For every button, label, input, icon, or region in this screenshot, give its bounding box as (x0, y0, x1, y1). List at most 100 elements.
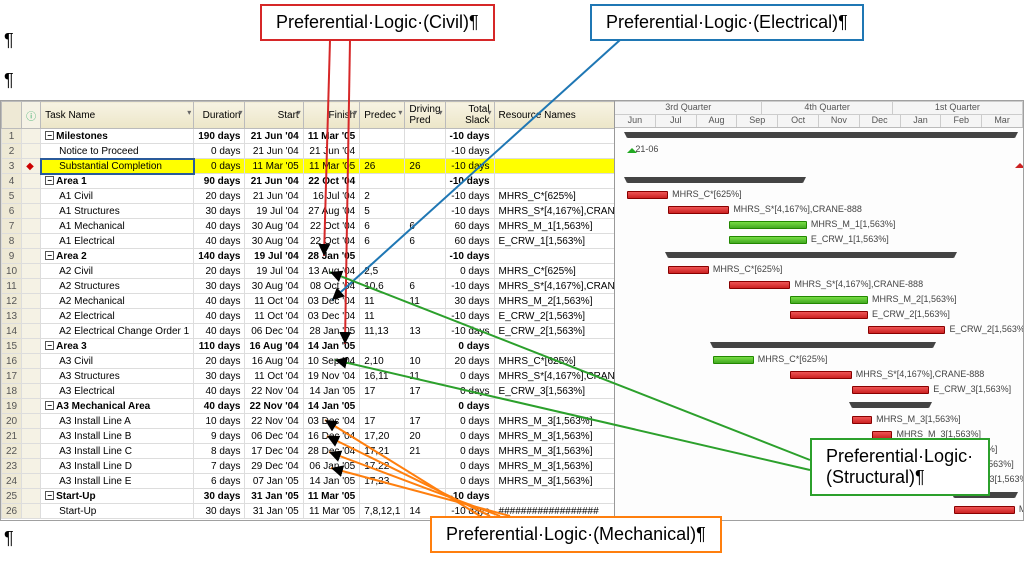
slack-cell[interactable]: 30 days (445, 294, 494, 309)
driving-pred-cell[interactable] (405, 459, 445, 474)
driving-pred-cell[interactable]: 26 (405, 159, 445, 174)
pred-cell[interactable]: 5 (360, 204, 405, 219)
table-row[interactable]: 23A3 Install Line D7 days29 Dec '0406 Ja… (2, 459, 616, 474)
gantt-row[interactable]: MHRS_M_3[1,563%] (615, 413, 1023, 428)
task-name-cell[interactable]: A3 Civil (41, 354, 194, 369)
summary-bar[interactable] (713, 342, 933, 348)
resource-cell[interactable]: E_CRW_2[1,563%] (494, 324, 615, 339)
resource-cell[interactable] (494, 489, 615, 504)
resource-cell[interactable]: MHRS_C*[625%] (494, 189, 615, 204)
resource-cell[interactable]: E_CRW_2[1,563%] (494, 309, 615, 324)
driving-pred-cell[interactable]: 6 (405, 219, 445, 234)
gantt-row[interactable]: MHRS_C*[625%] (615, 353, 1023, 368)
indicator-cell[interactable] (22, 249, 41, 264)
duration-cell[interactable]: 20 days (194, 189, 245, 204)
finish-cell[interactable]: 10 Sep '04 (303, 354, 360, 369)
table-row[interactable]: 4−Area 190 days21 Jun '0422 Oct '04-10 d… (2, 174, 616, 189)
table-row[interactable]: 13A2 Electrical40 days11 Oct '0403 Dec '… (2, 309, 616, 324)
indicator-cell[interactable] (22, 429, 41, 444)
gantt-row[interactable] (615, 128, 1023, 143)
slack-cell[interactable]: -10 days (445, 489, 494, 504)
task-name-cell[interactable]: A1 Electrical (41, 234, 194, 249)
task-name-cell[interactable]: −Area 2 (41, 249, 194, 264)
driving-pred-cell[interactable]: 21 (405, 444, 445, 459)
finish-cell[interactable]: 14 Jan '05 (303, 384, 360, 399)
task-name-cell[interactable]: A3 Install Line E (41, 474, 194, 489)
duration-cell[interactable]: 40 days (194, 324, 245, 339)
gantt-row[interactable]: E_CRW_3[1,563%] (615, 383, 1023, 398)
task-bar[interactable] (954, 506, 1015, 514)
start-cell[interactable]: 19 Jul '04 (245, 204, 303, 219)
col-finish[interactable]: Finish▾ (303, 102, 360, 129)
row-number[interactable]: 8 (2, 234, 22, 249)
finish-cell[interactable]: 22 Oct '04 (303, 174, 360, 189)
collapse-icon[interactable]: − (45, 491, 54, 500)
collapse-icon[interactable]: − (45, 341, 54, 350)
row-number[interactable]: 17 (2, 369, 22, 384)
pred-cell[interactable]: 17 (360, 414, 405, 429)
indicator-cell[interactable] (22, 489, 41, 504)
table-row[interactable]: 15−Area 3110 days16 Aug '0414 Jan '050 d… (2, 339, 616, 354)
task-bar[interactable] (852, 386, 930, 394)
task-bar[interactable] (790, 371, 851, 379)
summary-bar[interactable] (668, 252, 954, 258)
resource-cell[interactable] (494, 174, 615, 189)
duration-cell[interactable]: 40 days (194, 219, 245, 234)
gantt-row[interactable]: E_CRW_2[1,563%] (615, 323, 1023, 338)
task-bar[interactable] (790, 296, 868, 304)
table-row[interactable]: 12A2 Mechanical40 days11 Oct '0403 Dec '… (2, 294, 616, 309)
indicator-cell[interactable] (22, 234, 41, 249)
gantt-row[interactable]: MHRS_C*[625%] (615, 263, 1023, 278)
task-name-cell[interactable]: A2 Mechanical (41, 294, 194, 309)
col-rownum[interactable] (2, 102, 22, 129)
slack-cell[interactable]: 60 days (445, 234, 494, 249)
pred-cell[interactable]: 2,10 (360, 354, 405, 369)
pred-cell[interactable] (360, 489, 405, 504)
summary-bar[interactable] (627, 132, 1015, 138)
pred-cell[interactable] (360, 249, 405, 264)
row-number[interactable]: 12 (2, 294, 22, 309)
start-cell[interactable]: 17 Dec '04 (245, 444, 303, 459)
duration-cell[interactable]: 40 days (194, 399, 245, 414)
duration-cell[interactable]: 0 days (194, 144, 245, 159)
dropdown-icon[interactable]: ▾ (439, 108, 443, 117)
slack-cell[interactable]: 0 days (445, 444, 494, 459)
row-number[interactable]: 11 (2, 279, 22, 294)
pred-cell[interactable]: 17 (360, 384, 405, 399)
slack-cell[interactable]: 0 days (445, 399, 494, 414)
table-row[interactable]: 9−Area 2140 days19 Jul '0428 Jan '05-10 … (2, 249, 616, 264)
start-cell[interactable]: 21 Jun '04 (245, 144, 303, 159)
task-name-cell[interactable]: −Area 1 (41, 174, 194, 189)
gantt-row[interactable]: MHRS_M_2[1,563%] (615, 293, 1023, 308)
resource-cell[interactable]: MHRS_M_3[1,563%] (494, 459, 615, 474)
pred-cell[interactable]: 26 (360, 159, 405, 174)
duration-cell[interactable]: 8 days (194, 444, 245, 459)
task-name-cell[interactable]: −Milestones (41, 129, 194, 144)
indicator-cell[interactable] (22, 459, 41, 474)
start-cell[interactable]: 11 Oct '04 (245, 309, 303, 324)
resource-cell[interactable]: MHRS_M_3[1,563%] (494, 444, 615, 459)
start-cell[interactable]: 31 Jan '05 (245, 504, 303, 519)
row-number[interactable]: 6 (2, 204, 22, 219)
driving-pred-cell[interactable]: 20 (405, 429, 445, 444)
gantt-row[interactable]: E_CRW_2[1,563%] (615, 308, 1023, 323)
finish-cell[interactable]: 11 Mar '05 (303, 504, 360, 519)
row-number[interactable]: 13 (2, 309, 22, 324)
duration-cell[interactable]: 190 days (194, 129, 245, 144)
table-row[interactable]: 10A2 Civil20 days19 Jul '0413 Aug '042,5… (2, 264, 616, 279)
summary-bar[interactable] (627, 177, 802, 183)
gantt-row[interactable] (615, 248, 1023, 263)
slack-cell[interactable]: 0 days (445, 429, 494, 444)
duration-cell[interactable]: 110 days (194, 339, 245, 354)
finish-cell[interactable]: 11 Mar '05 (303, 489, 360, 504)
finish-cell[interactable]: 03 Dec '04 (303, 294, 360, 309)
slack-cell[interactable]: 0 days (445, 414, 494, 429)
table-row[interactable]: 25−Start-Up30 days31 Jan '0511 Mar '05-1… (2, 489, 616, 504)
resource-cell[interactable]: E_CRW_1[1,563%] (494, 234, 615, 249)
driving-pred-cell[interactable]: 6 (405, 279, 445, 294)
duration-cell[interactable]: 40 days (194, 294, 245, 309)
table-row[interactable]: 14A2 Electrical Change Order 140 days06 … (2, 324, 616, 339)
driving-pred-cell[interactable]: 6 (405, 234, 445, 249)
row-number[interactable]: 5 (2, 189, 22, 204)
finish-cell[interactable]: 22 Oct '04 (303, 219, 360, 234)
